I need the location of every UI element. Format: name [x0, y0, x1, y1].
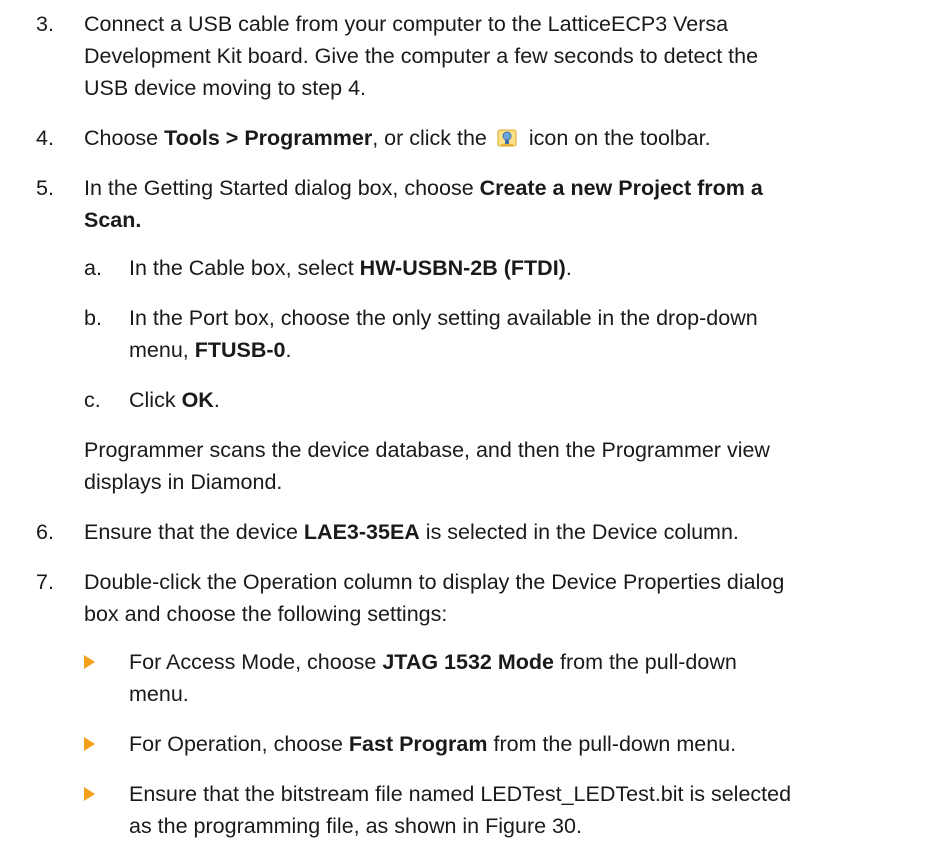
mode-name: JTAG 1532 Mode [382, 650, 554, 674]
text-run: from the pull-down [554, 650, 737, 674]
step-line: Double-click the Operation column to dis… [84, 570, 785, 594]
button-name: OK [181, 388, 214, 412]
bullet-arrow-icon [84, 787, 95, 801]
menu-path: Tools > Programmer [164, 126, 373, 150]
substep-text: In the Cable box, select HW-USBN-2B (FTD… [129, 252, 909, 284]
option-name: Scan. [84, 208, 142, 232]
step-number: 3. [36, 12, 54, 36]
bullet-text: For Operation, choose Fast Program from … [129, 728, 909, 760]
text-run: is selected in the Device column. [419, 520, 739, 544]
text-run: In the Getting Started dialog box, choos… [84, 176, 480, 200]
bullet-text: Ensure that the bitstream file named LED… [129, 778, 909, 842]
substep-letter: c. [84, 388, 101, 412]
step-text: Double-click the Operation column to dis… [84, 566, 904, 630]
bullet-text: For Access Mode, choose JTAG 1532 Mode f… [129, 646, 909, 710]
text-run: menu, [129, 338, 195, 362]
text-run: In the Cable box, select [129, 256, 360, 280]
text-run: Choose [84, 126, 165, 150]
text-run: icon on the toolbar. [528, 126, 711, 150]
step-number: 7. [36, 570, 54, 594]
step-line: displays in Diamond. [84, 470, 283, 494]
step-line: Connect a USB cable from your computer t… [84, 12, 729, 36]
step-line: as the programming file, as shown in Fig… [129, 814, 582, 838]
operation-name: Fast Program [348, 732, 488, 756]
text-run: . [285, 338, 292, 362]
step-line: Ensure that the bitstream file named LED… [129, 782, 792, 806]
step-number: 5. [36, 176, 54, 200]
text-run: For Access Mode, choose [129, 650, 383, 674]
step-text: In the Getting Started dialog box, choos… [84, 172, 904, 236]
device-name: LAE3-35EA [303, 520, 420, 544]
step-line: USB device moving to step 4. [84, 76, 367, 100]
step-number: 6. [36, 520, 54, 544]
text-run: For Operation, choose [129, 732, 349, 756]
programmer-toolbar-icon [497, 125, 517, 147]
text-run: Click [129, 388, 182, 412]
text-run: . [565, 256, 572, 280]
step-text: Connect a USB cable from your computer t… [84, 8, 904, 104]
port-name: FTUSB-0 [194, 338, 286, 362]
text-run: Ensure that the device [84, 520, 304, 544]
step-line: menu. [129, 682, 189, 706]
cable-name: HW-USBN-2B (FTDI) [359, 256, 566, 280]
bullet-arrow-icon [84, 737, 95, 751]
text-run: . [213, 388, 220, 412]
substep-letter: a. [84, 256, 102, 280]
step-text: Ensure that the device LAE3-35EA is sele… [84, 516, 904, 548]
option-name: Create a new Project from a [479, 176, 763, 200]
text-run: , or click the [372, 126, 487, 150]
substep-text: Click OK. [129, 384, 909, 416]
substep-letter: b. [84, 306, 102, 330]
step-number: 4. [36, 126, 54, 150]
substep-text: In the Port box, choose the only setting… [129, 302, 909, 366]
step-line: Development Kit board. Give the computer… [84, 44, 759, 68]
document-page: 3. Connect a USB cable from your compute… [0, 0, 925, 838]
text-run: from the pull-down menu. [487, 732, 737, 756]
bullet-arrow-icon [84, 655, 95, 669]
note-text: Programmer scans the device database, an… [84, 434, 904, 498]
step-text: Choose Tools > Programmer, or click the … [84, 122, 904, 154]
step-line: In the Port box, choose the only setting… [129, 306, 758, 330]
step-line: box and choose the following settings: [84, 602, 448, 626]
step-line: Programmer scans the device database, an… [84, 438, 770, 462]
